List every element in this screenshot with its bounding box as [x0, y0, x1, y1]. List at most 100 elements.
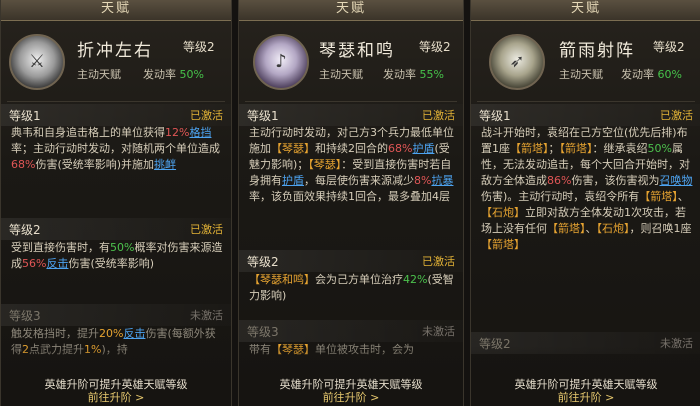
description-segment[interactable]: 护盾 [412, 142, 434, 155]
talent-avatar-icon: ♪ [253, 34, 309, 90]
description-segment[interactable]: 反击 [46, 257, 68, 270]
section-level: 等级2 [247, 255, 279, 269]
trigger-rate-label: 发动率 [383, 68, 416, 81]
talent-panel-1: 天赋 ⚔ 折冲左右 等级2 主动天赋 发动率 50% 等级1 已激活 典韦和自身追击… [0, 0, 232, 406]
description-segment: 【箭塔】 [559, 142, 593, 155]
description-segment[interactable]: 反击 [123, 327, 145, 340]
section-level: 等级3 [247, 325, 279, 339]
section-level: 等级3 [9, 309, 41, 323]
section-status-badge: 已激活 [190, 223, 223, 236]
description-segment: 伤害)。 [481, 190, 519, 203]
description-segment: 主动行动时，袁绍令所有 [518, 190, 640, 203]
section-description: 典韦和自身追击格上的单位获得12%格挡率；主动行动时发动，对随机两个单位造成 68… [11, 125, 223, 211]
description-segment: 12% [165, 126, 190, 139]
description-segment: 【箭塔】 [510, 142, 549, 155]
trigger-rate-value: 60% [657, 68, 682, 81]
description-segment: 伤害(受统率影响) [68, 257, 155, 270]
upgrade-hint: 英雄升阶可提升英雄天赋等级 [514, 378, 658, 391]
section-header-level-1: 等级1 已激活 [471, 104, 700, 126]
upgrade-hint: 英雄升阶可提升英雄天赋等级 [44, 378, 188, 391]
section-header-level-3: 等级3 未激活 [239, 320, 463, 342]
panel-title: 天赋 [1, 0, 231, 21]
section-header-level-3: 等级3 未激活 [1, 304, 231, 326]
talent-panel-2: 天赋 ♪ 琴瑟和鸣 等级2 主动天赋 发动率 55% 等级1 已激活 主动行动时发动… [238, 0, 464, 406]
divider [245, 101, 457, 102]
talent-level: 等级2 [183, 40, 215, 54]
description-segment[interactable]: 抗暴 [431, 174, 453, 187]
section-header-level-2: 等级2 已激活 [1, 218, 231, 240]
description-segment: ； [548, 142, 560, 155]
description-segment: 会为己方单位治疗 [315, 273, 403, 286]
description-segment: 典韦和自身追击格上的单位获得 [11, 126, 165, 139]
description-segment: 20% [99, 327, 124, 340]
description-segment: 68% [11, 158, 36, 171]
description-segment: 【石炮】 [481, 206, 525, 219]
description-segment: 68% [388, 142, 413, 155]
description-segment: 56% [22, 257, 47, 270]
description-segment: ：继承袁绍 [592, 142, 648, 155]
description-segment[interactable]: 护盾 [282, 174, 304, 187]
section-level: 等级2 [9, 223, 41, 237]
section-description: 主动行动时发动，对己方3个兵力最低单位施加【琴瑟】和持续2回合的68%护盾(受魅… [249, 125, 455, 247]
description-segment[interactable]: 挑衅 [154, 158, 176, 171]
section-status-badge: 已激活 [422, 109, 455, 122]
go-upgrade-link[interactable]: 前往升阶 > [1, 392, 231, 406]
section-header-level-2: 等级2 已激活 [239, 250, 463, 272]
go-upgrade-link[interactable]: 前往升阶 > [471, 392, 700, 406]
section-status-badge: 未激活 [422, 325, 455, 338]
trigger-rate-value: 50% [179, 68, 204, 81]
description-segment: ，每层使伤害来源减少 [304, 174, 414, 187]
description-segment: 伤害，该伤害视为 [571, 174, 660, 187]
trigger-rate-label: 发动率 [143, 68, 176, 81]
section-header-level-1: 等级1 已激活 [239, 104, 463, 126]
description-segment: 【箭塔】 [481, 238, 525, 251]
divider [477, 101, 695, 102]
description-segment: 伤害( [145, 327, 172, 340]
talent-level: 等级2 [419, 40, 451, 54]
talent-avatar-icon: ⚔ [9, 34, 65, 90]
talent-level: 等级2 [653, 40, 685, 54]
talent-type: 主动天赋 [77, 68, 121, 81]
description-segment: 【箭塔】 [639, 190, 678, 203]
section-level: 等级1 [479, 109, 511, 123]
description-segment: 伤害(受统率影响)并施加 [35, 158, 155, 171]
description-segment: 率； [11, 142, 33, 155]
talent-avatar-icon: ➶ [489, 34, 545, 90]
description-segment: 50% [647, 142, 672, 155]
description-segment: 【石炮】 [596, 222, 630, 235]
section-level: 等级1 [247, 109, 279, 123]
description-segment: 【琴瑟】 [271, 142, 315, 155]
description-segment: 86% [547, 174, 572, 187]
section-status-badge: 未激活 [190, 309, 223, 322]
description-segment: 率，该负面效果持续1回合，最多叠加4层 [249, 190, 450, 203]
section-header-level-1: 等级1 已激活 [1, 104, 231, 126]
talent-header: ♪ 琴瑟和鸣 等级2 主动天赋 发动率 55% [239, 20, 463, 102]
trigger-rate: 发动率 55% [383, 66, 444, 82]
talent-header: ⚔ 折冲左右 等级2 主动天赋 发动率 50% [1, 20, 231, 102]
upgrade-hint: 英雄升阶可提升英雄天赋等级 [279, 378, 423, 391]
description-segment[interactable]: 召唤物 [659, 174, 692, 187]
trigger-rate-label: 发动率 [621, 68, 654, 81]
description-segment: 、 [585, 222, 597, 235]
description-segment[interactable]: 格挡 [189, 126, 211, 139]
description-segment: ，则召唤1座 [629, 222, 692, 235]
description-segment: 【琴瑟和鸣】 [249, 273, 315, 286]
section-status-badge: 已激活 [422, 255, 455, 268]
talent-panel-3: 天赋 ➶ 箭雨射阵 等级2 主动天赋 发动率 60% 等级1 已激活 战斗开始时，袁… [470, 0, 700, 406]
divider [7, 101, 225, 102]
description-segment: 和持续2回合的 [315, 142, 388, 155]
description-segment: 【琴瑟】 [308, 158, 342, 171]
description-segment: 【箭塔】 [547, 222, 586, 235]
talent-name: 箭雨射阵 [559, 41, 635, 61]
section-description: 受到直接伤害时，有50%概率对伤害来源造成56%反击伤害(受统率影响) [11, 240, 223, 290]
go-upgrade-link[interactable]: 前往升阶 > [239, 392, 463, 406]
section-description: 战斗开始时，袁绍在己方空位(优先后排)布置1座【箭塔】；【箭塔】：继承袁绍50%… [481, 125, 693, 331]
description-segment: 、 [677, 190, 689, 203]
talent-type: 主动天赋 [319, 68, 363, 81]
description-segment: 42% [403, 273, 428, 286]
talent-type: 主动天赋 [559, 68, 603, 81]
talent-header: ➶ 箭雨射阵 等级2 主动天赋 发动率 60% [471, 20, 700, 102]
talent-name: 琴瑟和鸣 [319, 41, 395, 61]
panel-title: 天赋 [471, 0, 700, 21]
talent-name: 折冲左右 [77, 41, 153, 61]
